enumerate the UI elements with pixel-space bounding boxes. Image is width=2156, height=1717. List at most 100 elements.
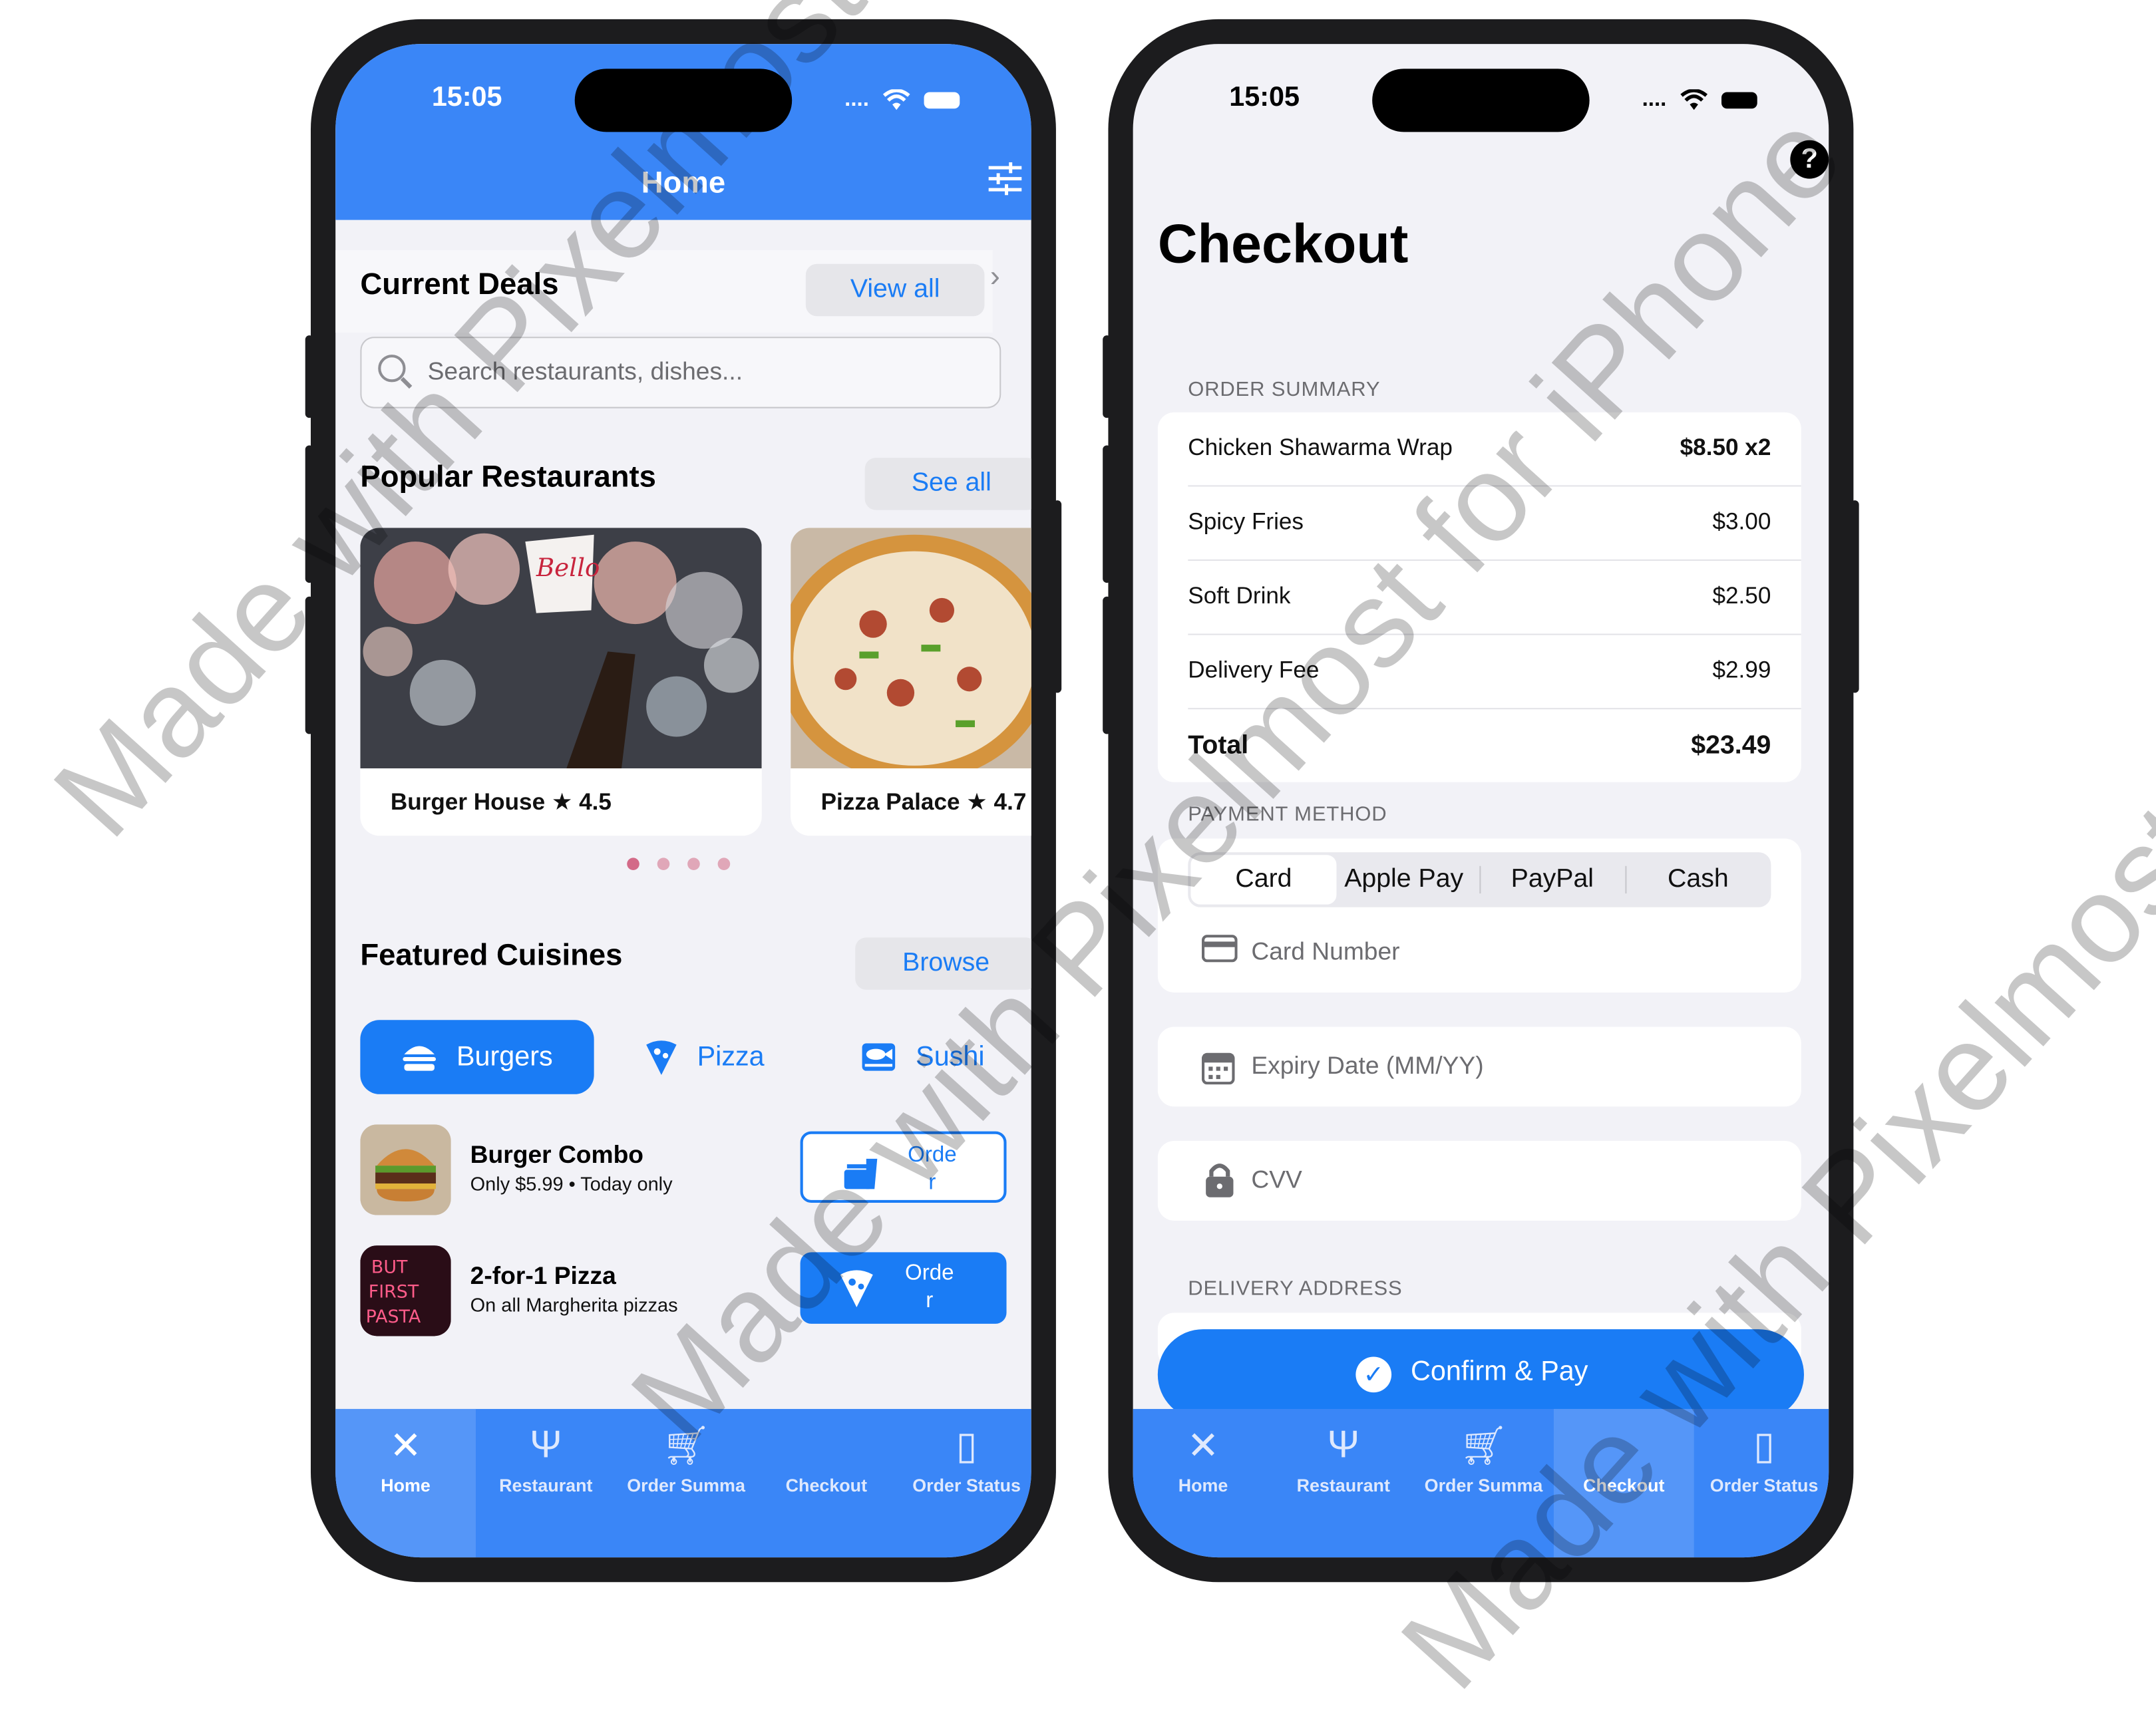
side-button: [305, 335, 314, 418]
tab-home[interactable]: ✕ Home: [335, 1408, 476, 1558]
fork-knife-icon: Ψ: [1327, 1422, 1359, 1466]
see-all-button[interactable]: See all: [864, 458, 1031, 510]
calendar-icon: [1201, 1052, 1235, 1085]
browse-button[interactable]: Browse: [855, 937, 1031, 990]
tab-restaurant[interactable]: Ψ Restaurant: [476, 1409, 616, 1557]
tab-bar: ✕ Home Ψ Restaurant 🛒︎ Order Summa Check…: [335, 1408, 1031, 1558]
tab-label: Checkout: [785, 1475, 868, 1496]
map-icon: ▯: [1753, 1424, 1775, 1467]
side-button: [1103, 445, 1111, 583]
deal-subtitle: On all Margherita pizzas: [470, 1293, 678, 1316]
wifi-icon: [882, 89, 910, 110]
search-icon: [378, 355, 406, 383]
card-number-field[interactable]: Card Number: [1158, 924, 1801, 985]
payment-option-card[interactable]: Card: [1190, 855, 1337, 905]
fork-knife-cross-icon: ✕: [389, 1424, 422, 1467]
tab-order-summary[interactable]: 🛒︎ Order Summa: [1413, 1409, 1554, 1557]
order-line: Spicy Fries $3.00: [1188, 486, 1801, 561]
order-button[interactable]: Orde r: [800, 1252, 1007, 1324]
tab-label: Home: [1178, 1475, 1228, 1496]
restaurant-card-burger-house[interactable]: Bello Burger House ★ 4.5: [360, 528, 762, 836]
pizza-icon: [646, 1040, 677, 1075]
signal-icon: ....: [844, 88, 869, 112]
side-button: [1103, 596, 1111, 734]
page-dot[interactable]: [627, 858, 639, 870]
delivery-address-caption: DELIVERY ADDRESS: [1188, 1277, 1403, 1301]
restaurant-card-pizza-palace[interactable]: Pizza Palace ★ 4.7: [791, 528, 1031, 836]
dynamic-island: [574, 69, 793, 132]
home-screen: 15:05 .... Home Current Deals View all ›…: [335, 44, 1031, 1558]
side-button: [305, 445, 314, 583]
burger-combo-photo: [360, 1124, 451, 1215]
tab-home[interactable]: ✕ Home: [1133, 1409, 1274, 1557]
svg-text:Bello: Bello: [536, 553, 600, 582]
confirm-pay-button[interactable]: ✓ Confirm & Pay: [1157, 1329, 1804, 1420]
deal-item: Burger Combo Only $5.99 • Today only Ord…: [360, 1124, 1007, 1215]
restaurant-name: Burger House ★ 4.5: [390, 789, 612, 816]
side-button: [1053, 500, 1062, 693]
signal-icon: ....: [1642, 88, 1667, 112]
tab-restaurant[interactable]: Ψ Restaurant: [1273, 1409, 1413, 1557]
side-button: [305, 596, 314, 734]
order-line: Delivery Fee $2.99: [1188, 635, 1801, 710]
cuisine-chip-pizza[interactable]: Pizza: [645, 1020, 765, 1094]
payment-method-caption: PAYMENT METHOD: [1188, 802, 1387, 826]
order-summary-list: Chicken Shawarma Wrap $8.50 x2 Spicy Frie…: [1157, 412, 1801, 782]
payment-option-apple-pay[interactable]: Apple Pay: [1331, 855, 1477, 904]
tab-label: Restaurant: [1296, 1475, 1390, 1496]
page-title: Checkout: [1157, 214, 1409, 275]
deal-title: 2-for-1 Pizza: [470, 1261, 616, 1290]
deal-title: Burger Combo: [470, 1141, 644, 1169]
page-dot[interactable]: [687, 858, 700, 870]
status-time: 15:05: [1229, 82, 1300, 113]
tab-label: Order Summa: [627, 1475, 745, 1496]
canvas: 15:05 .... Home Current Deals View all ›…: [0, 0, 2156, 1715]
cvv-placeholder: CVV: [1251, 1166, 1302, 1193]
search-input[interactable]: Search restaurants, dishes...: [360, 337, 1001, 408]
order-label: Orde r: [905, 1261, 954, 1313]
side-button: [1103, 335, 1111, 418]
cvv-field[interactable]: CVV: [1157, 1141, 1801, 1221]
confirm-pay-label: Confirm & Pay: [1411, 1356, 1588, 1387]
pizza-palace-photo: [791, 528, 1031, 769]
tab-order-summary[interactable]: 🛒︎ Order Summa: [616, 1409, 757, 1557]
side-button: [1851, 500, 1859, 693]
expiry-date-field[interactable]: Expiry Date (MM/YY): [1157, 1026, 1801, 1107]
deal-subtitle: Only $5.99 • Today only: [470, 1172, 673, 1195]
svg-text:FIRST: FIRST: [369, 1282, 419, 1303]
status-icons: ....: [1642, 88, 1757, 112]
page-dot[interactable]: [717, 858, 731, 870]
fork-knife-icon: Ψ: [530, 1422, 562, 1466]
help-icon[interactable]: ?: [1790, 140, 1829, 179]
cart-icon: 🛒︎: [1459, 1424, 1509, 1467]
phone-checkout: 15:05 .... ? Checkout ORDER SUMMARY Chic…: [1103, 19, 1859, 1583]
dynamic-island: [1372, 69, 1590, 132]
checkmark-circle-icon: ✓: [1355, 1356, 1392, 1393]
view-all-button[interactable]: View all: [805, 263, 985, 317]
lock-icon: [1206, 1164, 1234, 1197]
payment-option-cash[interactable]: Cash: [1625, 855, 1771, 904]
payment-option-paypal[interactable]: PayPal: [1479, 855, 1625, 904]
pizza-icon: [840, 1270, 873, 1308]
takeout-icon: [844, 1158, 878, 1189]
status-time: 15:05: [431, 82, 502, 113]
svg-text:BUT: BUT: [371, 1257, 408, 1277]
card-number-placeholder: Card Number: [1251, 937, 1400, 965]
cuisine-chip-burgers[interactable]: Burgers: [360, 1020, 594, 1094]
chip-label: Sushi: [916, 1041, 985, 1072]
payment-method-segmented-control[interactable]: Card Apple Pay PayPal Cash: [1188, 852, 1771, 907]
page-dot[interactable]: [657, 858, 670, 870]
tab-checkout[interactable]: Checkout: [1553, 1408, 1694, 1558]
payment-method-group: Card Apple Pay PayPal Cash Card Number: [1157, 838, 1801, 993]
tab-checkout[interactable]: Checkout: [756, 1409, 896, 1557]
order-button[interactable]: Orde r: [800, 1131, 1007, 1203]
tab-order-status[interactable]: ▯ Order Status: [1694, 1409, 1829, 1557]
fork-knife-cross-icon: ✕: [1186, 1424, 1220, 1467]
cuisine-chip-sushi[interactable]: Sushi: [861, 1020, 985, 1094]
tab-order-status[interactable]: ▯ Order Status: [896, 1409, 1031, 1557]
chip-label: Pizza: [697, 1041, 765, 1072]
credit-card-icon: [1201, 935, 1238, 963]
sliders-icon[interactable]: [988, 162, 1023, 204]
order-total: Total $23.49: [1188, 731, 1771, 760]
burger-house-photo: Bello: [360, 528, 762, 769]
